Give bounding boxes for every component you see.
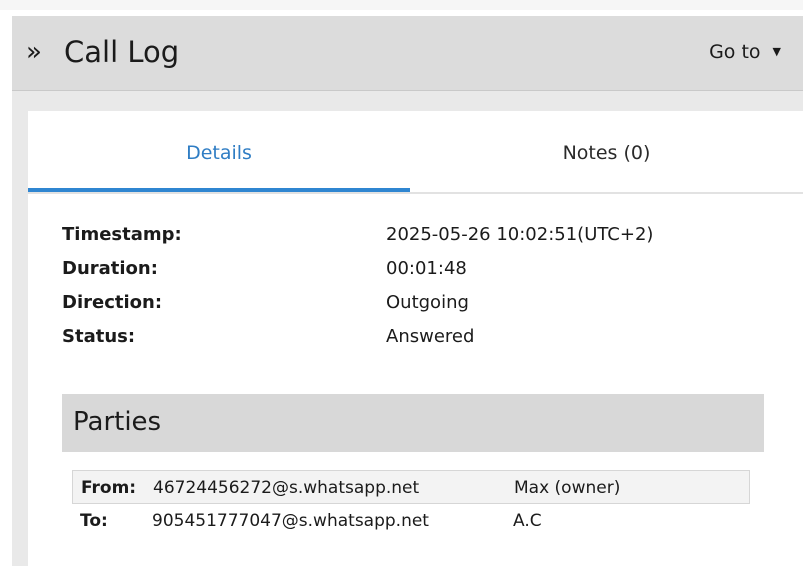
panel-header: » Call Log Go to ▼: [12, 16, 803, 91]
parties-table: From: 46724456272@s.whatsapp.net Max (ow…: [72, 470, 750, 538]
tab-bar: Details Notes (0): [28, 130, 803, 194]
parties-section-header: Parties: [62, 394, 764, 452]
party-role: To:: [80, 511, 108, 531]
details-list: Timestamp: 2025-05-26 10:02:51(UTC+2) Du…: [62, 222, 782, 358]
goto-label: Go to: [709, 41, 761, 63]
status-value: Answered: [386, 326, 475, 347]
detail-row-duration: Duration: 00:01:48: [62, 256, 782, 290]
detail-row-timestamp: Timestamp: 2025-05-26 10:02:51(UTC+2): [62, 222, 782, 256]
tab-notes[interactable]: Notes (0): [410, 130, 803, 190]
call-log-window: » Call Log Go to ▼ Details Notes (0) Tim…: [0, 0, 803, 566]
timestamp-label: Timestamp:: [62, 224, 182, 245]
detail-row-status: Status: Answered: [62, 324, 782, 358]
collapse-chevron-icon[interactable]: »: [26, 34, 42, 70]
timestamp-value: 2025-05-26 10:02:51(UTC+2): [386, 224, 654, 245]
page-title: Call Log: [64, 35, 180, 69]
direction-value: Outgoing: [386, 292, 469, 313]
party-row-to[interactable]: To: 905451777047@s.whatsapp.net A.C: [72, 504, 750, 538]
tab-details-label: Details: [186, 142, 252, 164]
tab-details[interactable]: Details: [28, 130, 410, 192]
party-name: A.C: [513, 511, 542, 531]
party-name: Max (owner): [514, 478, 621, 498]
party-address: 46724456272@s.whatsapp.net: [153, 478, 420, 498]
party-role: From:: [81, 478, 137, 498]
parties-title: Parties: [73, 407, 162, 437]
duration-value: 00:01:48: [386, 258, 467, 279]
duration-label: Duration:: [62, 258, 158, 279]
detail-row-direction: Direction: Outgoing: [62, 290, 782, 324]
goto-dropdown[interactable]: Go to ▼: [709, 38, 781, 66]
caret-down-icon: ▼: [772, 45, 781, 58]
active-tab-indicator: [28, 188, 410, 192]
direction-label: Direction:: [62, 292, 163, 313]
status-label: Status:: [62, 326, 136, 347]
tab-notes-label: Notes (0): [562, 142, 651, 164]
window-top-edge: [0, 0, 803, 10]
party-row-from[interactable]: From: 46724456272@s.whatsapp.net Max (ow…: [72, 470, 750, 504]
party-address: 905451777047@s.whatsapp.net: [152, 511, 429, 531]
